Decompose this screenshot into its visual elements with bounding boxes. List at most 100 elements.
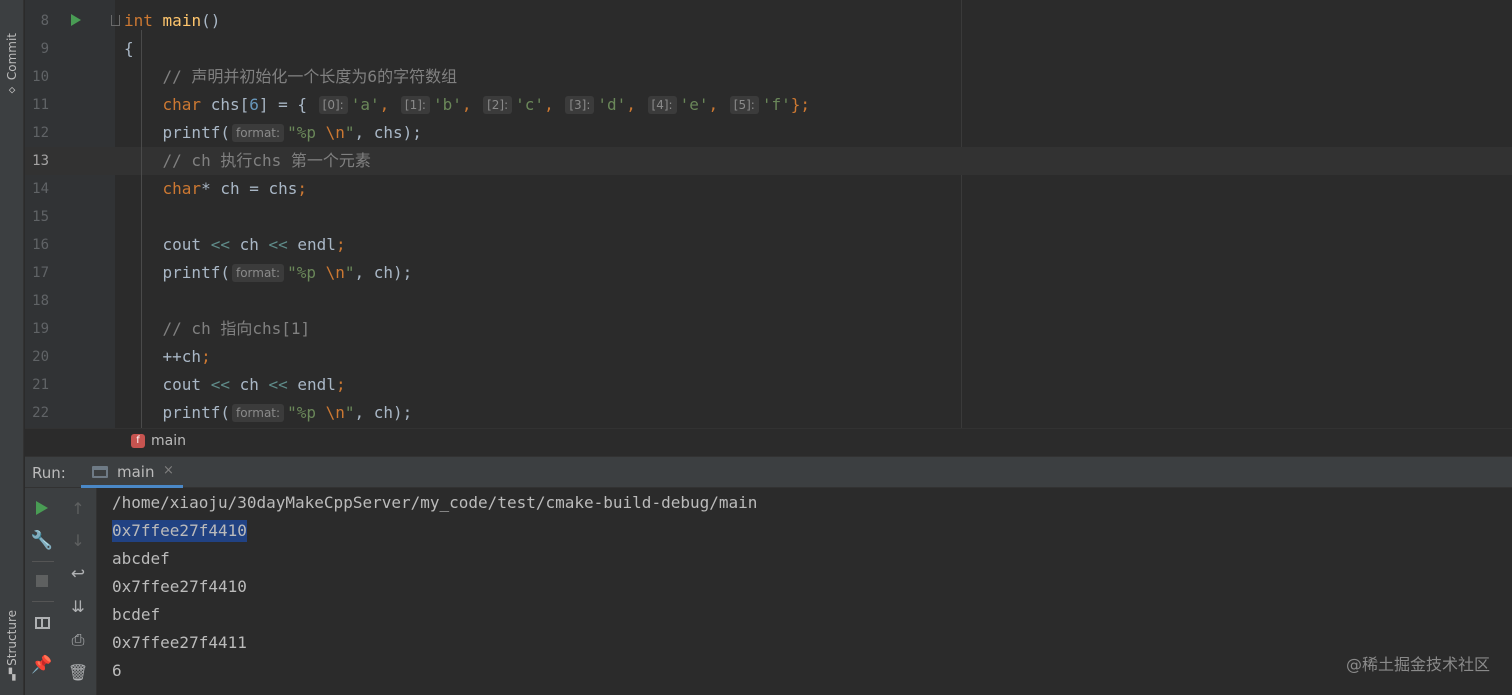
parameter-hint: format: (231, 124, 285, 142)
code-line-current[interactable]: 13 // ch 执行chs 第一个元素 (25, 147, 1512, 175)
code-line[interactable]: 20 ++ch; (25, 343, 1512, 371)
code-text: { (124, 39, 134, 58)
line-number[interactable]: 11 (25, 96, 49, 114)
console-line-selected: 0x7ffee27f4410 (112, 520, 247, 542)
run-settings-button[interactable]: 🔧 (30, 528, 54, 552)
code-text: char* ch = chs; (162, 179, 308, 198)
line-number[interactable]: 15 (25, 208, 49, 226)
code-text: printf(format: "%p \n", ch); (124, 263, 413, 282)
stop-button[interactable] (30, 569, 54, 593)
code-text: printf(format: "%p \n", chs); (124, 123, 422, 142)
print-button[interactable]: ⎙ (66, 628, 90, 652)
parameter-hint: [4]: (647, 96, 677, 114)
code-line[interactable]: 11 char chs[6] = { [0]:'a', [1]:'b', [2]… (25, 91, 1512, 119)
rerun-button[interactable] (30, 496, 54, 520)
code-line[interactable]: 16 cout << ch << endl; (25, 231, 1512, 259)
function-icon: f (131, 434, 145, 448)
run-panel-header: Run: main × (25, 456, 1512, 488)
line-number[interactable]: 16 (25, 236, 49, 254)
breadcrumb-item-main[interactable]: main (151, 433, 186, 449)
run-toolbar-secondary: ↑ ↓ ↩ ⇊ ⎙ 🗑 (60, 488, 97, 695)
code-line[interactable]: 17 printf(format: "%p \n", ch); (25, 259, 1512, 287)
code-text: char chs[6] = { [0]:'a', [1]:'b', [2]:'c… (162, 95, 810, 114)
watermark: @稀土掘金技术社区 (1345, 655, 1490, 674)
clear-all-button[interactable]: 🗑 (66, 660, 90, 684)
code-text: // ch 指向chs[1] (124, 319, 311, 338)
code-text: // 声明并初始化一个长度为6的字符数组 (124, 67, 458, 86)
line-number[interactable]: 9 (25, 40, 49, 58)
line-number[interactable]: 21 (25, 376, 49, 394)
console-output[interactable]: /home/xiaoju/30dayMakeCppServer/my_code/… (97, 488, 1512, 695)
arrow-up-icon: ↑ (71, 498, 85, 518)
fold-icon[interactable] (111, 15, 120, 26)
stop-icon (36, 575, 48, 587)
previous-occurrence-button[interactable]: ↑ (66, 496, 90, 520)
code-text: printf(format: "%p \n", ch); (124, 403, 413, 422)
parameter-hint: [0]: (318, 96, 348, 114)
wrench-icon: 🔧 (30, 529, 54, 551)
parameter-hint: [1]: (400, 96, 430, 114)
console-line: 0x7ffee27f4410 (112, 577, 247, 596)
code-text: // ch 执行chs 第一个元素 (124, 151, 371, 170)
line-number[interactable]: 20 (25, 348, 49, 366)
commit-tab-label: Commit (5, 33, 19, 81)
left-tool-strip: ◇ Commit ▚ Structure (0, 0, 24, 695)
code-line[interactable]: 9 { (25, 35, 1512, 63)
console-line: /home/xiaoju/30dayMakeCppServer/my_code/… (112, 493, 758, 512)
code-line[interactable]: 22 printf(format: "%p \n", ch); (25, 399, 1512, 427)
code-line[interactable]: 12 printf(format: "%p \n", chs); (25, 119, 1512, 147)
console-line: 6 (112, 661, 122, 680)
layout-button[interactable] (30, 611, 54, 635)
run-panel-title: Run: (32, 464, 66, 482)
toolbar-divider (32, 561, 54, 562)
commit-tool-tab[interactable]: ◇ Commit (0, 26, 24, 102)
console-line: bcdef (112, 605, 161, 624)
code-line[interactable]: 21 cout << ch << endl; (25, 371, 1512, 399)
line-number[interactable]: 10 (25, 68, 49, 86)
arrow-down-icon: ↓ (71, 530, 85, 550)
parameter-hint: [3]: (565, 96, 595, 114)
commit-icon: ◇ (8, 82, 16, 96)
line-number[interactable]: 12 (25, 124, 49, 142)
code-text: cout << ch << endl; (124, 375, 346, 394)
code-line[interactable]: 18 (25, 287, 1512, 315)
tab-main-label: main (117, 463, 155, 481)
scroll-to-end-button[interactable]: ⇊ (66, 594, 90, 618)
next-occurrence-button[interactable]: ↓ (66, 528, 90, 552)
code-line[interactable]: 8 int main() (25, 7, 1512, 35)
tab-main[interactable]: main × (81, 457, 183, 488)
code-line[interactable]: 14 char* ch = chs; (25, 175, 1512, 203)
console-line: 0x7ffee27f4411 (112, 633, 247, 652)
code-editor[interactable]: 8 int main() 9 { 10 // 声明并初始化一个长度为6的字符数组… (25, 0, 1512, 428)
play-icon (36, 501, 48, 515)
line-number[interactable]: 14 (25, 180, 49, 198)
code-line[interactable]: 15 (25, 203, 1512, 231)
pin-icon: 📌 (31, 655, 53, 675)
line-number[interactable]: 19 (25, 320, 49, 338)
run-gutter-icon[interactable] (71, 14, 81, 26)
code-line[interactable]: 19 // ch 指向chs[1] (25, 315, 1512, 343)
toolbar-divider (32, 601, 54, 602)
line-number[interactable]: 17 (25, 264, 49, 282)
soft-wrap-button[interactable]: ↩ (66, 562, 90, 586)
run-toolbar-primary: 🔧 📌 (25, 488, 60, 695)
line-number[interactable]: 8 (25, 12, 49, 30)
console-window-icon (92, 466, 108, 478)
parameter-hint: [5]: (729, 96, 759, 114)
pin-tab-button[interactable]: 📌 (30, 653, 54, 677)
line-number[interactable]: 22 (25, 404, 49, 422)
line-number[interactable]: 18 (25, 292, 49, 310)
trash-icon: 🗑 (67, 662, 89, 682)
line-number[interactable]: 13 (25, 152, 49, 170)
code-line[interactable]: 10 // 声明并初始化一个长度为6的字符数组 (25, 63, 1512, 91)
parameter-hint: format: (231, 404, 285, 422)
structure-tool-tab[interactable]: ▚ Structure (0, 600, 24, 690)
console-line: abcdef (112, 549, 170, 568)
code-text: ++ch; (124, 347, 211, 366)
parameter-hint: [2]: (483, 96, 513, 114)
close-icon[interactable]: × (163, 463, 174, 478)
block-indent-guide (141, 30, 142, 428)
breadcrumb: f main (25, 428, 1512, 456)
structure-tab-label: Structure (5, 610, 19, 666)
parameter-hint: format: (231, 264, 285, 282)
